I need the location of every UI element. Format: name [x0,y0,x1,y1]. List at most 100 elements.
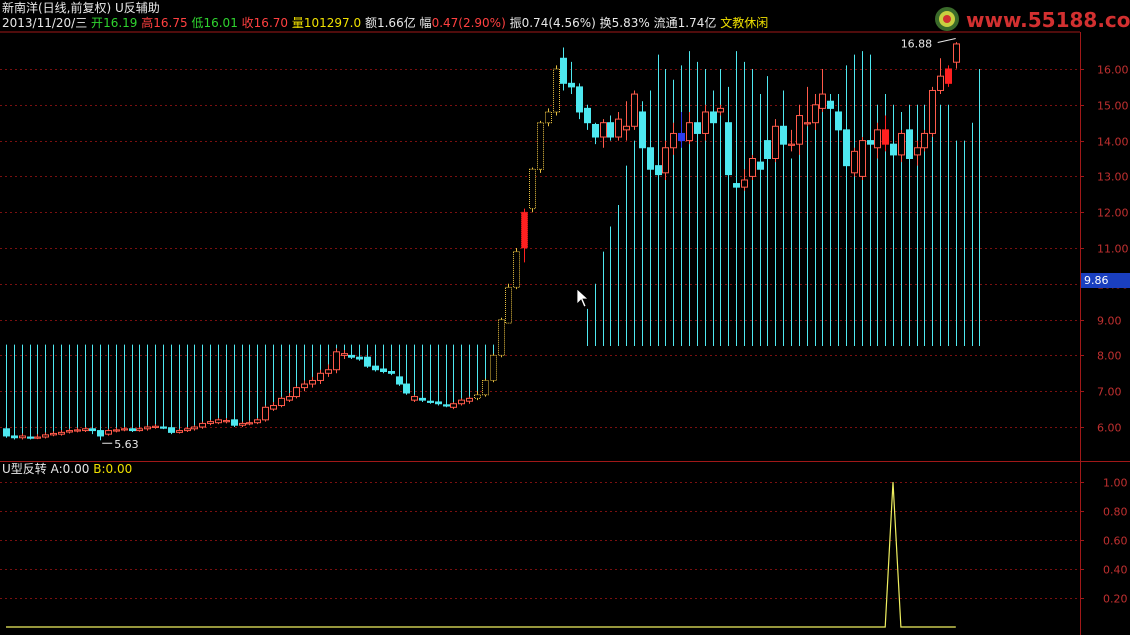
candle-body [796,115,803,145]
max-arrow [937,38,956,43]
candle-body [239,422,246,426]
candle-body [545,111,552,124]
indicator-b-value: 0.00 [105,462,133,476]
candle-body [733,183,740,188]
candle-body [607,122,614,138]
candle-body [419,397,426,401]
candle-body [278,397,285,407]
candle-body [662,147,669,174]
candle-body [851,150,858,174]
candle-body [191,426,198,430]
candle-body [717,107,724,113]
candle-body [89,428,96,432]
candle-body [3,428,10,437]
candle-body [945,68,952,84]
price-tick-label: 12.00 [1097,207,1129,220]
candle-body [482,379,489,396]
candle-body [835,111,842,131]
candle-body [694,122,701,134]
candle-body [262,406,269,421]
indicator-tick-label: 0.40 [1103,564,1128,577]
candle-body [788,143,795,146]
price-tick-label: 7.00 [1097,386,1122,399]
candle-body [168,427,175,433]
candle-body [27,436,34,439]
candle-body [270,405,277,410]
candle-body [937,75,944,91]
candle-body [66,430,73,433]
candle-body [623,125,630,131]
indicator-tick-label: 0.80 [1103,506,1128,519]
indicator-header: U型反转 A:0.00 B:0.00 [2,462,132,476]
candle-body [293,387,300,398]
candle-body [364,356,371,367]
candle-body [333,351,340,371]
candle-body [215,419,222,424]
price-tick-label: 9.00 [1097,315,1122,328]
candle-body [843,129,850,167]
price-tick-label: 15.00 [1097,100,1129,113]
candle-body [529,168,536,210]
candle-body [639,111,646,149]
price-tick-label: 11.00 [1097,243,1129,256]
candle-body [199,422,206,428]
candle-body [105,430,112,435]
candle-body [50,432,57,436]
candle-body [176,430,183,433]
candle-body [819,93,826,109]
candle-body [568,82,575,88]
candle-body [953,43,960,63]
candle-body [207,421,214,424]
candle-body [372,365,379,371]
candle-body [749,158,756,177]
indicator-b-label: B: [93,462,106,476]
candle-body [97,430,104,437]
candle-body [160,426,167,429]
candle-body [867,140,874,145]
candle-body [129,428,136,432]
price-flag: 9.86 [1081,273,1130,288]
price-tick-label: 14.00 [1097,136,1129,149]
candle-body [458,399,465,405]
candle-body [859,140,866,177]
indicator-tick-label: 0.60 [1103,535,1128,548]
candle-body [74,429,81,432]
candle-body [513,251,520,288]
candle-body [615,118,622,138]
candle-body [725,122,732,176]
candle-body [411,396,418,401]
candle-body [348,354,355,358]
indicator-line [6,481,956,628]
candle-body [144,426,151,430]
price-tick-label: 13.00 [1097,171,1129,184]
candle-body [906,129,913,159]
candle-body [670,132,677,149]
candle-body [772,125,779,159]
candle-body [325,369,332,374]
candle-body [403,383,410,394]
candle-body [521,211,528,249]
candle-body [560,57,567,84]
candle-body [757,161,764,170]
candle-body [882,129,889,145]
candle-body [812,104,819,124]
candle-body [474,394,481,399]
chart-canvas[interactable]: 16.0015.0014.0013.0012.0011.0010.009.008… [0,0,1130,635]
indicator-tick-label: 0.20 [1103,593,1128,606]
price-tick-label: 6.00 [1097,422,1122,435]
candle-body [113,429,120,432]
candle-body [914,147,921,156]
candle-body [11,435,18,439]
candle-body [286,396,293,401]
candle-body [576,86,583,113]
candle-body [309,379,316,385]
candle-body [301,383,308,389]
candle-body [435,401,442,405]
candle-body [223,420,230,423]
candle-body [741,179,748,188]
candle-body [686,122,693,142]
candle-body [600,122,607,138]
candle-body [678,132,685,142]
candle-body [537,122,544,170]
indicator-a-label: A: [50,462,63,476]
